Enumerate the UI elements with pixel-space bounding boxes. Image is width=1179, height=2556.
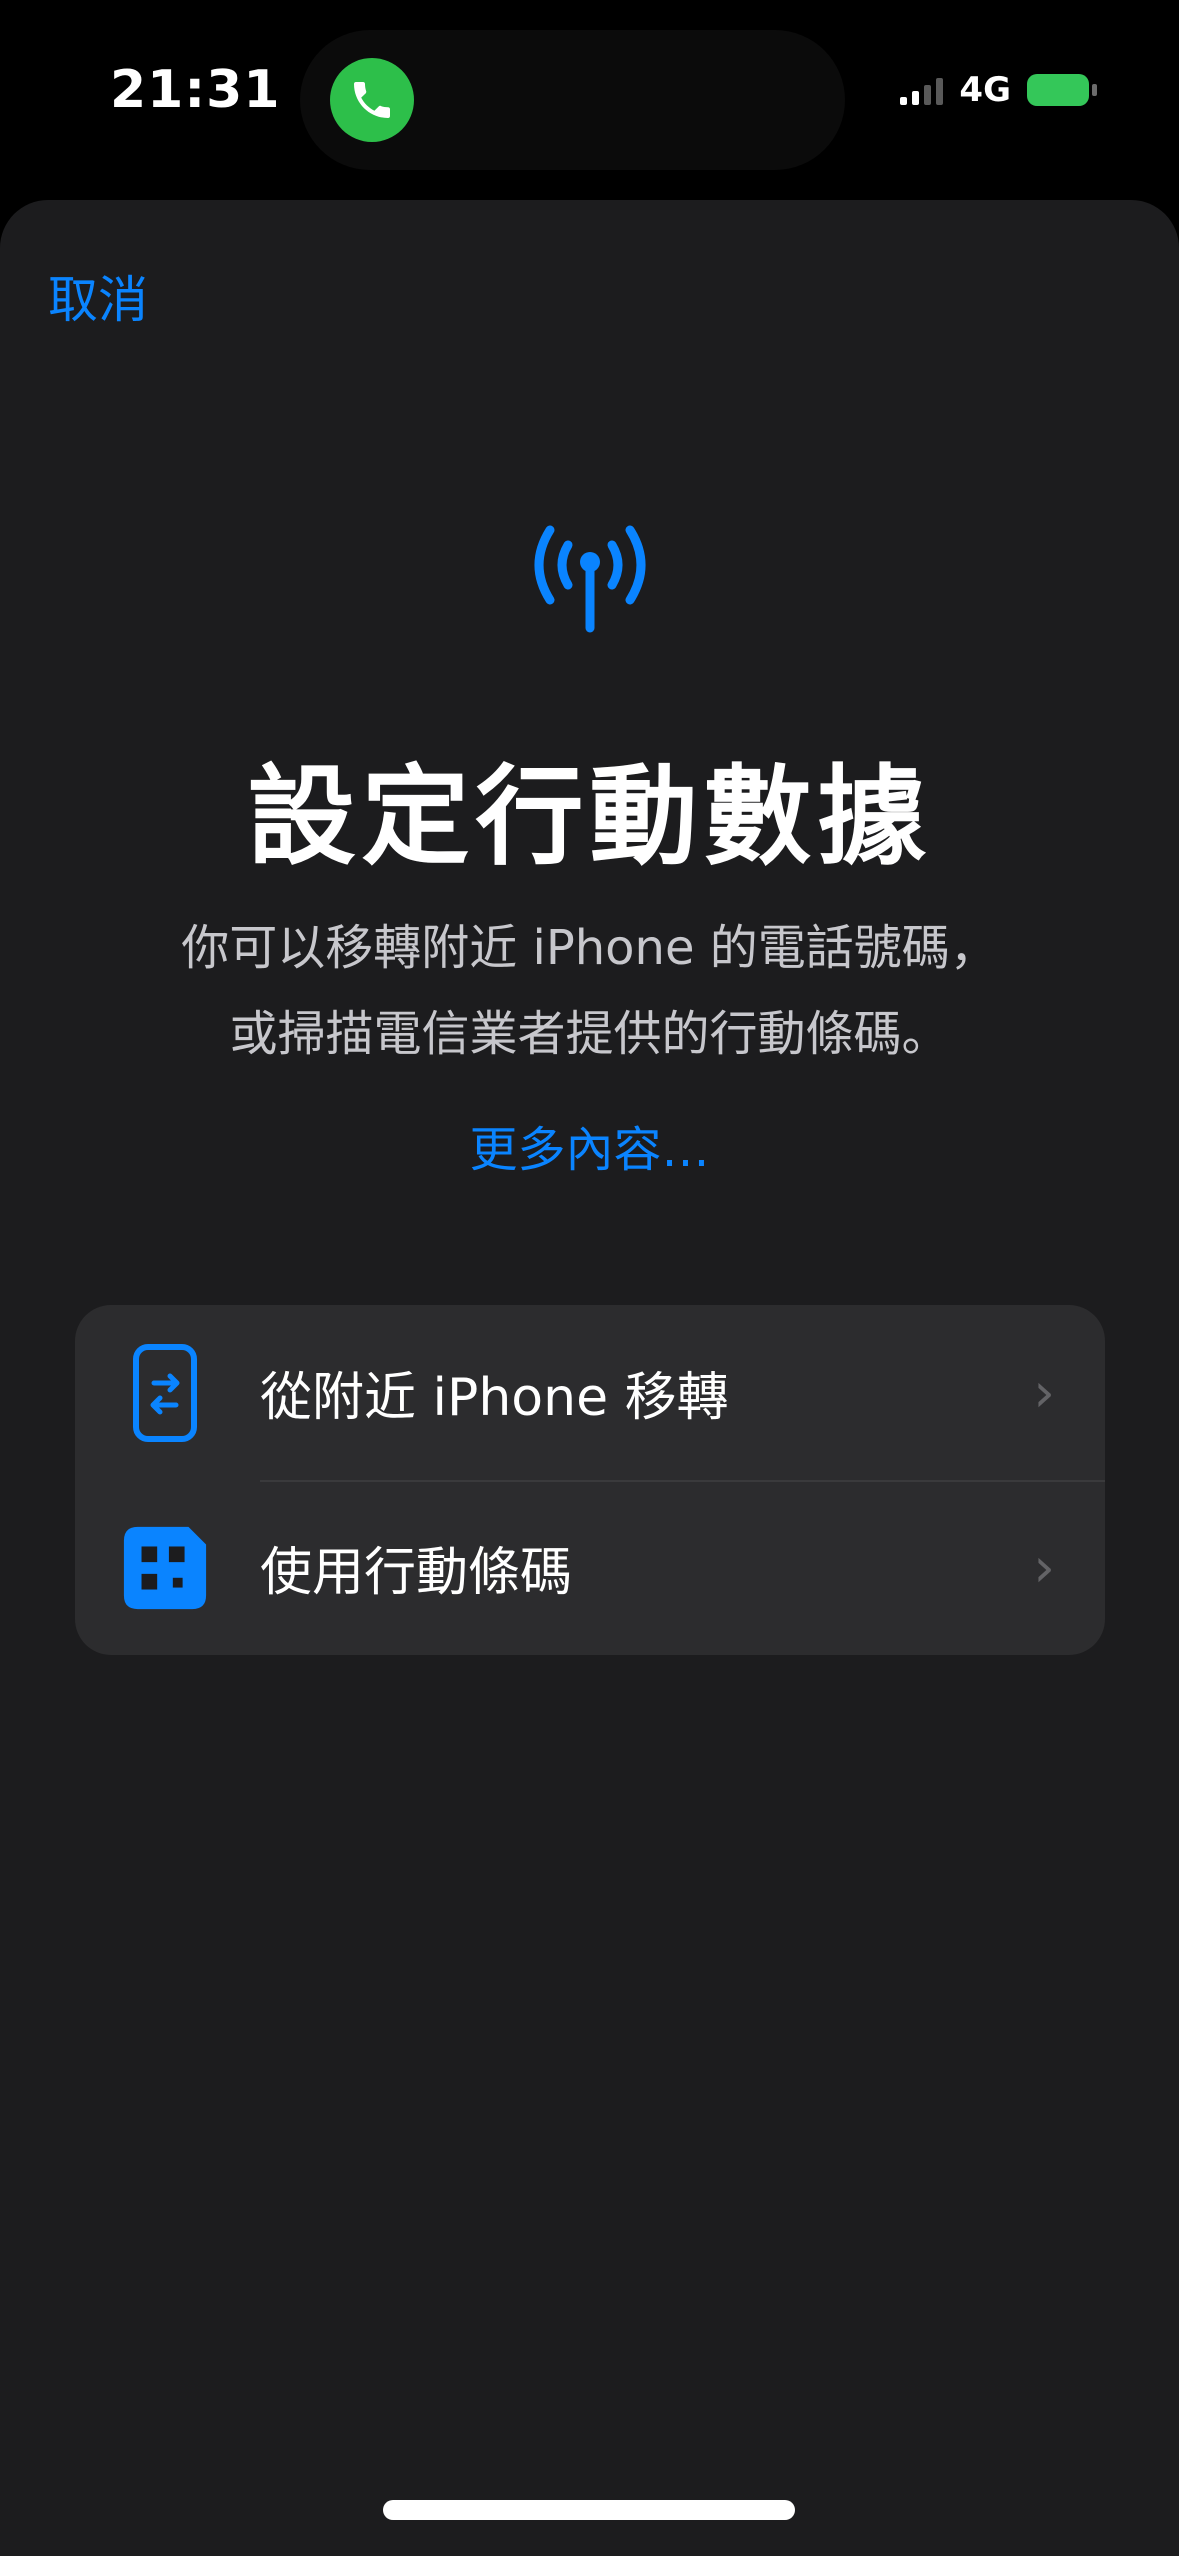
cellular-signal-icon	[900, 75, 944, 105]
status-time: 21:31	[110, 60, 281, 120]
setup-options-list: 從附近 iPhone 移轉 › 使用行動條碼 ›	[75, 1305, 1105, 1655]
learn-more-link[interactable]: 更多內容…	[0, 1110, 1179, 1180]
iphone-transfer-icon	[120, 1343, 210, 1443]
description-line-1: 你可以移轉附近 iPhone 的電話號碼，	[181, 920, 998, 976]
option-transfer-from-iphone[interactable]: 從附近 iPhone 移轉 ›	[75, 1305, 1105, 1480]
option-label: 使用行動條碼	[260, 1543, 573, 1603]
page-title: 設定行動數據	[247, 755, 932, 880]
status-indicators: 4G	[900, 70, 1097, 110]
phone-call-icon[interactable]	[330, 58, 414, 142]
chevron-right-icon: ›	[1033, 1361, 1055, 1424]
cellular-setup-sheet: 取消 設定行動數據 你可以移轉附近 iPhone 的電話號碼， 或掃描電信業者提…	[0, 200, 1179, 2556]
chevron-right-icon: ›	[1033, 1536, 1055, 1599]
status-bar: 21:31 4G	[0, 0, 1179, 200]
dynamic-island[interactable]	[300, 30, 845, 170]
battery-icon	[1027, 74, 1097, 106]
network-type: 4G	[959, 70, 1011, 110]
option-label: 從附近 iPhone 移轉	[260, 1368, 729, 1428]
page-description: 你可以移轉附近 iPhone 的電話號碼， 或掃描電信業者提供的行動條碼。	[90, 905, 1089, 1077]
cancel-button[interactable]: 取消	[48, 260, 148, 332]
sim-qr-code-icon	[120, 1518, 210, 1618]
description-line-2: 或掃描電信業者提供的行動條碼。	[229, 1006, 950, 1062]
home-indicator[interactable]	[383, 2500, 795, 2520]
option-use-qr-code[interactable]: 使用行動條碼 ›	[75, 1480, 1105, 1655]
cellular-antenna-icon	[534, 525, 646, 633]
